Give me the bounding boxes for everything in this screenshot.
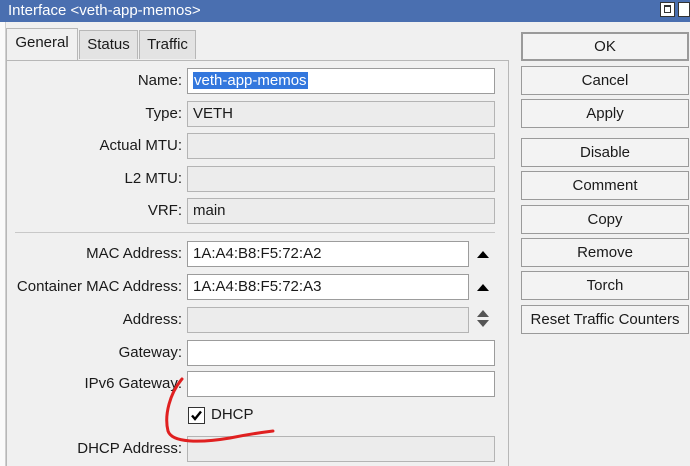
gateway-field[interactable] xyxy=(187,340,495,366)
name-value: veth-app-memos xyxy=(193,72,308,89)
collapse-up-icon[interactable] xyxy=(477,251,489,258)
mac-address-label: MAC Address: xyxy=(86,245,182,262)
tab-general[interactable]: General xyxy=(6,28,78,60)
up-arrow-icon[interactable] xyxy=(477,310,489,317)
l2-mtu-label: L2 MTU: xyxy=(124,170,182,187)
container-mac-address-label: Container MAC Address: xyxy=(16,278,182,295)
actual-mtu-label: Actual MTU: xyxy=(99,137,182,154)
mac-address-field[interactable]: 1A:A4:B8:F5:72:A2 xyxy=(187,241,469,267)
close-icon[interactable] xyxy=(678,2,690,17)
type-label: Type: xyxy=(145,105,182,122)
down-arrow-icon[interactable] xyxy=(477,320,489,327)
actual-mtu-field xyxy=(187,133,495,159)
vrf-field: main xyxy=(187,198,495,224)
name-field[interactable]: veth-app-memos xyxy=(187,68,495,94)
address-field xyxy=(187,307,469,333)
apply-button[interactable]: Apply xyxy=(521,99,689,128)
name-label: Name: xyxy=(137,72,182,89)
ok-button[interactable]: OK xyxy=(521,32,689,61)
l2-mtu-field xyxy=(187,166,495,192)
remove-button[interactable]: Remove xyxy=(521,238,689,267)
type-field: VETH xyxy=(187,101,495,127)
section-divider xyxy=(15,232,495,233)
cancel-button[interactable]: Cancel xyxy=(521,66,689,95)
container-mac-address-field[interactable]: 1A:A4:B8:F5:72:A3 xyxy=(187,274,469,300)
reset-traffic-counters-button[interactable]: Reset Traffic Counters xyxy=(521,305,689,334)
window-title-bar[interactable]: Interface <veth-app-memos> xyxy=(0,0,690,22)
address-label: Address: xyxy=(122,311,182,328)
red-annotation-mark xyxy=(165,377,275,443)
gateway-label: Gateway: xyxy=(118,344,182,361)
collapse-up-icon[interactable] xyxy=(477,284,489,291)
comment-button[interactable]: Comment xyxy=(521,171,689,200)
restore-icon[interactable] xyxy=(660,2,675,17)
copy-button[interactable]: Copy xyxy=(521,205,689,234)
tab-status[interactable]: Status xyxy=(79,30,138,59)
tab-traffic[interactable]: Traffic xyxy=(139,30,196,59)
disable-button[interactable]: Disable xyxy=(521,138,689,167)
window-title: Interface <veth-app-memos> xyxy=(8,2,201,19)
torch-button[interactable]: Torch xyxy=(521,271,689,300)
vrf-label: VRF: xyxy=(147,202,182,219)
